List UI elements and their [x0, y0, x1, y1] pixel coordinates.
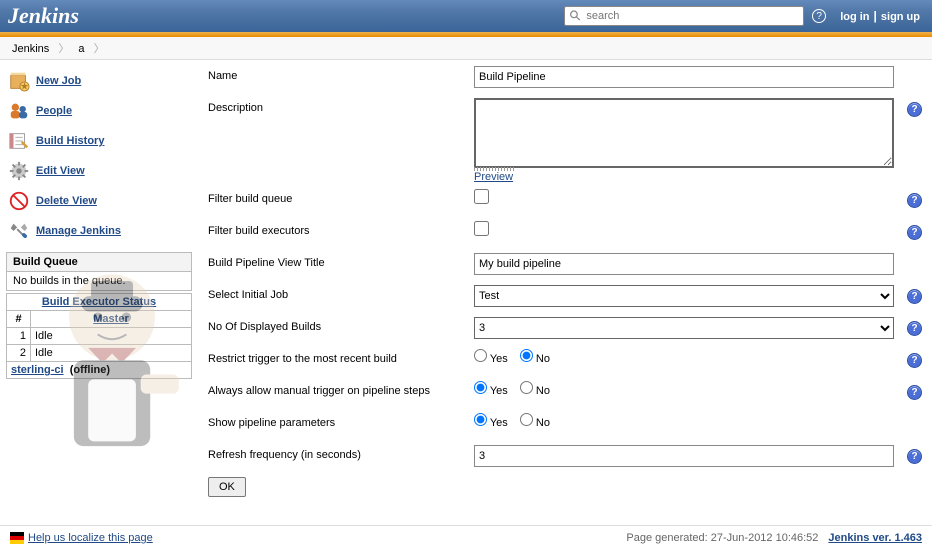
- ok-button[interactable]: OK: [208, 477, 246, 497]
- flags-icon: [10, 532, 24, 544]
- help-icon[interactable]: ?: [907, 102, 922, 117]
- manual-label: Always allow manual trigger on pipeline …: [208, 381, 474, 397]
- build-queue-body: No builds in the queue.: [6, 272, 192, 291]
- initial-select[interactable]: Test: [474, 285, 894, 307]
- new-job-icon: ★: [8, 70, 30, 92]
- help-icon[interactable]: ?: [907, 353, 922, 368]
- logo: Jenkins: [8, 3, 79, 29]
- help-icon[interactable]: ?: [907, 225, 922, 240]
- sidebar-item-manage[interactable]: Manage Jenkins: [6, 216, 192, 246]
- manual-no-radio[interactable]: [520, 381, 533, 394]
- executor-status-link[interactable]: Build Executor Status: [42, 296, 156, 308]
- refresh-input[interactable]: [474, 445, 894, 467]
- help-icon[interactable]: ?: [907, 289, 922, 304]
- filter-queue-checkbox[interactable]: [474, 189, 489, 204]
- header: Jenkins ? log in|sign up: [0, 0, 932, 32]
- master-link[interactable]: Master: [93, 313, 128, 325]
- executor-status-table: Build Executor Status # Master 1Idle 2Id…: [6, 293, 192, 379]
- sidebar-item-label: New Job: [36, 75, 81, 87]
- slave-link[interactable]: sterling-ci: [11, 364, 64, 376]
- manage-icon: [8, 220, 30, 242]
- sidebar-item-label: Build History: [36, 135, 104, 147]
- sidebar-item-label: Edit View: [36, 165, 85, 177]
- sidebar-item-label: Delete View: [36, 195, 97, 207]
- name-input[interactable]: [474, 66, 894, 88]
- build-history-icon: [8, 130, 30, 152]
- login-link[interactable]: log in: [840, 11, 869, 23]
- filter-exec-checkbox[interactable]: [474, 221, 489, 236]
- exec-row: 2Idle: [7, 345, 192, 362]
- sidebar-item-new-job[interactable]: ★ New Job: [6, 66, 192, 96]
- generated-text: Page generated: 27-Jun-2012 10:46:52: [626, 532, 818, 544]
- params-label: Show pipeline parameters: [208, 413, 474, 429]
- filter-exec-label: Filter build executors: [208, 221, 474, 237]
- sidebar-item-build-history[interactable]: Build History: [6, 126, 192, 156]
- refresh-label: Refresh frequency (in seconds): [208, 445, 474, 461]
- localize-link[interactable]: Help us localize this page: [10, 532, 153, 544]
- breadcrumb-view[interactable]: a: [72, 43, 90, 55]
- help-icon[interactable]: ?: [907, 193, 922, 208]
- sidebar-nav: ★ New Job People Build History Edit View…: [6, 66, 192, 246]
- search-box[interactable]: [564, 6, 804, 26]
- manual-yes-radio[interactable]: [474, 381, 487, 394]
- preview-link[interactable]: Preview: [474, 171, 513, 183]
- delete-icon: [8, 190, 30, 212]
- restrict-label: Restrict trigger to the most recent buil…: [208, 349, 474, 365]
- exec-col-num: #: [7, 311, 31, 328]
- breadcrumb-root[interactable]: Jenkins: [6, 43, 55, 55]
- restrict-yes-radio[interactable]: [474, 349, 487, 362]
- svg-text:★: ★: [20, 81, 29, 92]
- filter-queue-label: Filter build queue: [208, 189, 474, 205]
- help-icon[interactable]: ?: [907, 321, 922, 336]
- restrict-no-radio[interactable]: [520, 349, 533, 362]
- params-no-radio[interactable]: [520, 413, 533, 426]
- nbuilds-select[interactable]: 3: [474, 317, 894, 339]
- people-icon: [8, 100, 30, 122]
- sidebar-item-label: People: [36, 105, 72, 117]
- signup-link[interactable]: sign up: [881, 11, 920, 23]
- sidebar: ★ New Job People Build History Edit View…: [0, 60, 198, 525]
- title-input[interactable]: [474, 253, 894, 275]
- main-form: Name Description Preview ? Filter build …: [198, 60, 932, 525]
- breadcrumb: Jenkins 〉 a 〉: [0, 37, 932, 60]
- nbuilds-label: No Of Displayed Builds: [208, 317, 474, 333]
- name-label: Name: [208, 66, 474, 82]
- footer: Help us localize this page Page generate…: [0, 525, 932, 550]
- search-input[interactable]: [582, 10, 799, 22]
- sidebar-item-delete-view[interactable]: Delete View: [6, 186, 192, 216]
- header-help-icon[interactable]: ?: [812, 9, 826, 23]
- sidebar-item-label: Manage Jenkins: [36, 225, 121, 237]
- build-queue-header: Build Queue: [6, 252, 192, 272]
- slave-row: sterling-ci (offline): [7, 362, 192, 379]
- title-label: Build Pipeline View Title: [208, 253, 474, 269]
- auth-links: log in|sign up: [836, 9, 924, 23]
- sidebar-item-edit-view[interactable]: Edit View: [6, 156, 192, 186]
- help-icon[interactable]: ?: [907, 385, 922, 400]
- search-icon: [569, 9, 582, 23]
- exec-row: 1Idle: [7, 328, 192, 345]
- initial-label: Select Initial Job: [208, 285, 474, 301]
- version-link[interactable]: Jenkins ver. 1.463: [828, 532, 922, 544]
- params-yes-radio[interactable]: [474, 413, 487, 426]
- gear-icon: [8, 160, 30, 182]
- sidebar-item-people[interactable]: People: [6, 96, 192, 126]
- help-icon[interactable]: ?: [907, 449, 922, 464]
- desc-label: Description: [208, 98, 474, 114]
- desc-textarea[interactable]: [474, 98, 894, 168]
